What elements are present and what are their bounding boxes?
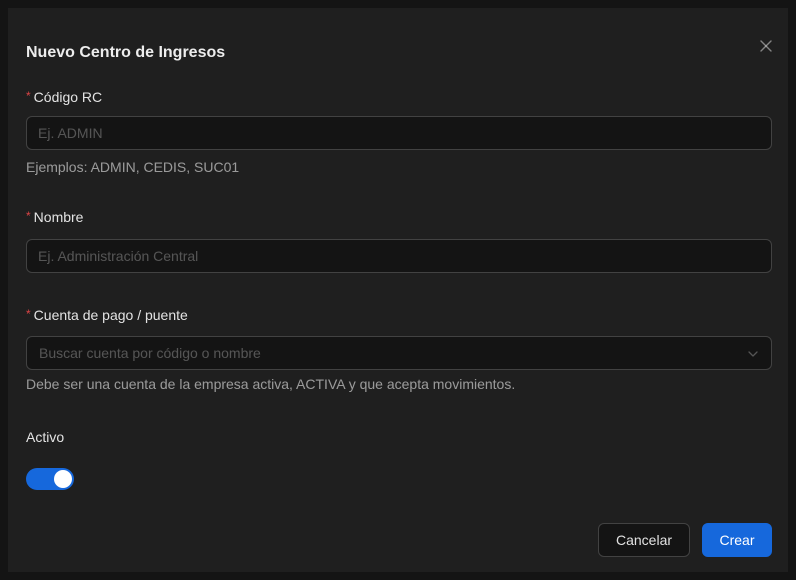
cuenta-label-text: Cuenta de pago / puente xyxy=(33,307,188,323)
cancel-button[interactable]: Cancelar xyxy=(598,523,690,557)
required-mark: * xyxy=(26,209,31,223)
close-button[interactable] xyxy=(754,34,778,58)
cuenta-select[interactable]: Buscar cuenta por código o nombre xyxy=(26,336,772,370)
required-mark: * xyxy=(26,89,31,103)
switch-knob xyxy=(54,470,72,488)
activo-label: Activo xyxy=(26,429,65,445)
cuenta-label: * Cuenta de pago / puente xyxy=(26,306,188,325)
cuenta-help: Debe ser una cuenta de la empresa activa… xyxy=(26,376,516,392)
create-button[interactable]: Crear xyxy=(702,523,772,557)
codigo-help: Ejemplos: ADMIN, CEDIS, SUC01 xyxy=(26,159,240,175)
nombre-label: * Nombre xyxy=(26,208,83,227)
required-mark: * xyxy=(26,307,31,321)
nombre-input[interactable] xyxy=(26,239,772,273)
nombre-label-text: Nombre xyxy=(33,209,84,225)
cuenta-select-placeholder: Buscar cuenta por código o nombre xyxy=(39,345,261,361)
close-icon xyxy=(760,40,772,52)
modal-dialog: Nuevo Centro de Ingresos *Código RC Ejem… xyxy=(8,8,788,572)
modal-title: Nuevo Centro de Ingresos xyxy=(26,44,226,61)
codigo-label-text: Código RC xyxy=(33,89,103,105)
activo-switch[interactable] xyxy=(26,468,74,490)
codigo-label: * Código RC xyxy=(26,88,102,107)
chevron-down-icon xyxy=(748,351,758,357)
codigo-input[interactable] xyxy=(26,116,772,150)
